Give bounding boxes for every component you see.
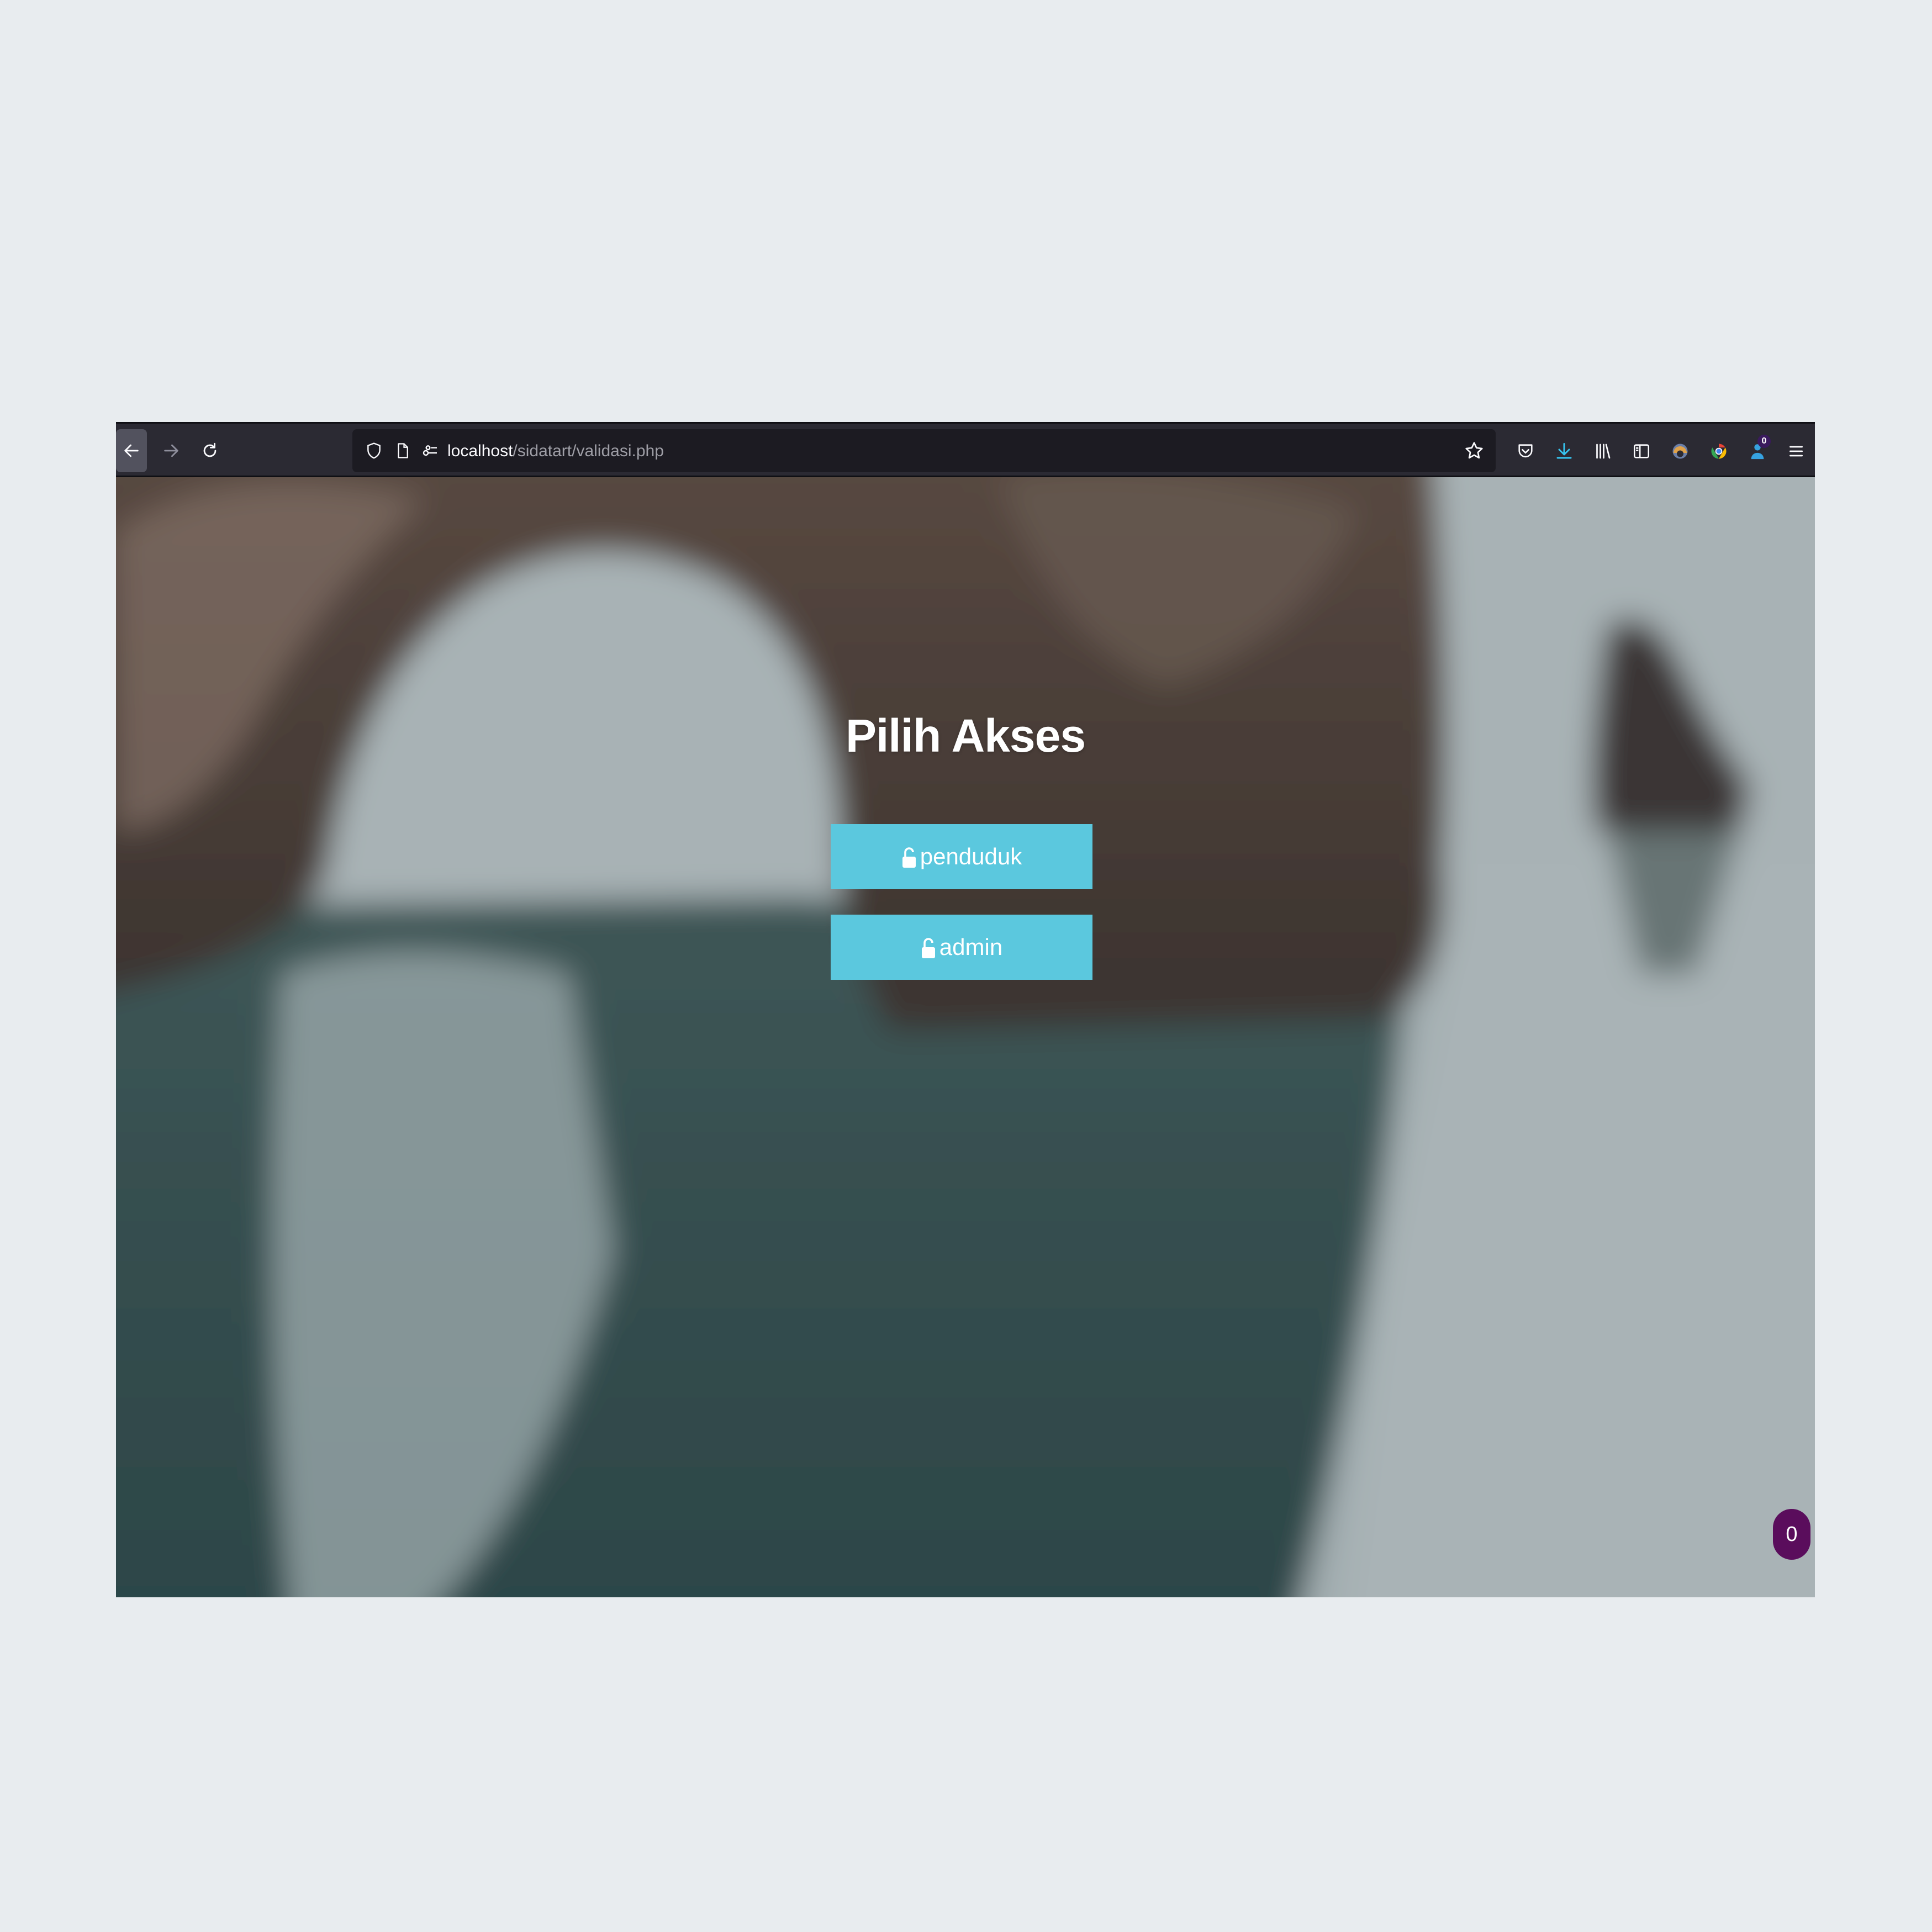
unlock-icon	[921, 935, 937, 959]
download-icon[interactable]	[1551, 438, 1577, 464]
arrow-left-icon	[124, 444, 139, 457]
menu-hamburger-icon[interactable]	[1783, 438, 1809, 464]
penduduk-button[interactable]: penduduk	[831, 824, 1092, 889]
url-path: /sidatart/validasi.php	[513, 442, 664, 460]
browser-toolbar: localhost/sidatart/validasi.php 0	[116, 422, 1815, 477]
unlock-icon	[901, 844, 918, 869]
library-icon[interactable]	[1590, 438, 1616, 464]
extension-person-icon[interactable]: 0	[1744, 435, 1771, 464]
background-photo	[116, 477, 1815, 1597]
shield-icon[interactable]	[362, 439, 386, 462]
sidebar-icon[interactable]	[1628, 438, 1655, 464]
permissions-icon[interactable]	[419, 439, 442, 462]
extension-chrome-icon[interactable]	[1706, 438, 1732, 464]
forward-button[interactable]	[156, 429, 187, 472]
pocket-icon[interactable]	[1512, 438, 1539, 464]
admin-button[interactable]: admin	[831, 915, 1092, 980]
url-text[interactable]: localhost/sidatart/validasi.php	[447, 440, 664, 462]
address-bar[interactable]: localhost/sidatart/validasi.php	[352, 429, 1496, 472]
extension-colorful-icon[interactable]	[1667, 438, 1693, 464]
page-icon[interactable]	[391, 439, 414, 462]
reload-button[interactable]	[194, 429, 225, 472]
page-title: Pilih Akses	[845, 710, 1086, 762]
admin-label: admin	[939, 934, 1003, 960]
bookmark-star-icon[interactable]	[1463, 439, 1486, 462]
penduduk-label: penduduk	[920, 843, 1022, 869]
page-content: Pilih Akses penduduk admin 0	[116, 477, 1815, 1597]
reload-icon	[203, 442, 217, 457]
url-host: localhost	[447, 442, 513, 460]
floating-counter-badge[interactable]: 0	[1773, 1509, 1810, 1560]
extension-badge: 0	[1757, 435, 1771, 448]
arrow-right-icon	[164, 444, 178, 457]
browser-window: localhost/sidatart/validasi.php 0 Pilih …	[116, 422, 1815, 1597]
back-button[interactable]	[116, 429, 147, 472]
